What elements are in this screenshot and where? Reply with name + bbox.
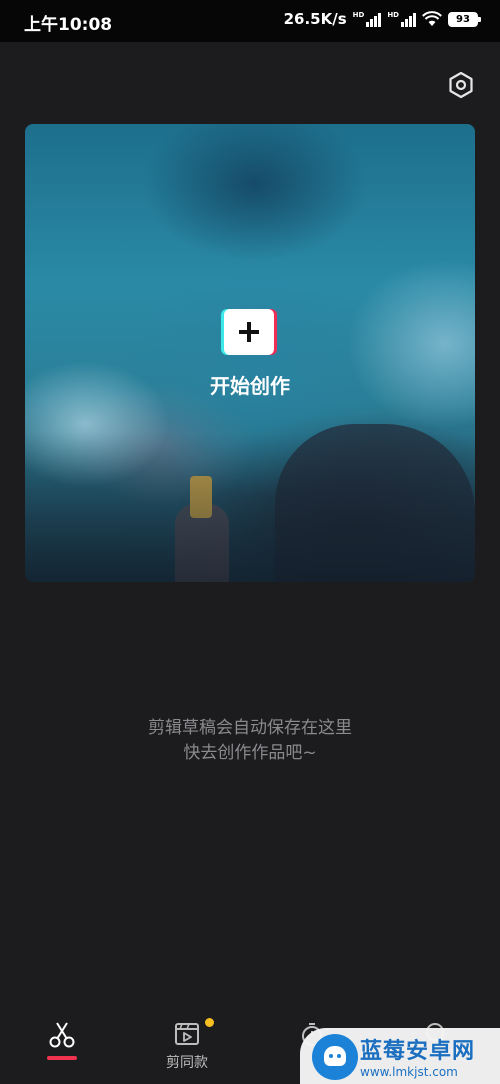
watermark-title: 蓝莓安卓网 [360, 1039, 476, 1064]
new-badge-dot [205, 1018, 214, 1027]
tab-edit[interactable] [32, 1020, 92, 1080]
drafts-empty-line-1: 剪辑草稿会自动保存在这里 [148, 718, 352, 738]
create-button[interactable] [224, 309, 274, 355]
status-bar: 上午10:08 26.5K/s HD HD 93 [0, 0, 500, 42]
watermark-url: www.lmkjst.com [360, 1065, 458, 1079]
template-play-icon [175, 1023, 199, 1045]
plus-icon [239, 322, 259, 342]
tab-templates-label: 剪同款 [166, 1055, 208, 1071]
site-watermark: 蓝莓安卓网 www.lmkjst.com [300, 1028, 500, 1084]
settings-button[interactable] [446, 70, 476, 100]
tab-templates[interactable]: 剪同款 [157, 1020, 217, 1080]
scissors-icon [49, 1022, 75, 1048]
signal-2-icon: HD [387, 11, 416, 27]
drafts-empty-line-2: 快去创作作品吧~ [183, 743, 317, 763]
drafts-empty-hint: 剪辑草稿会自动保存在这里 快去创作作品吧~ [0, 716, 500, 766]
status-time: 上午10:08 [24, 15, 113, 35]
start-creating-label: 开始创作 [210, 374, 290, 398]
signal-1-icon: HD [353, 11, 382, 27]
network-speed: 26.5K/s [283, 10, 347, 28]
battery-icon: 93 [448, 11, 481, 27]
wifi-icon [422, 11, 442, 26]
watermark-text: 蓝莓安卓网 www.lmkjst.com [360, 1033, 475, 1079]
hd-badge: HD [387, 11, 399, 19]
hd-badge: HD [352, 11, 365, 19]
start-creating-card[interactable]: 开始创作 [25, 124, 475, 582]
settings-hexagon-icon [449, 71, 473, 99]
status-indicators: 26.5K/s HD HD 93 [283, 10, 481, 28]
android-logo-icon [300, 1028, 360, 1084]
active-tab-indicator [47, 1056, 77, 1060]
hero-shadow [25, 432, 475, 582]
